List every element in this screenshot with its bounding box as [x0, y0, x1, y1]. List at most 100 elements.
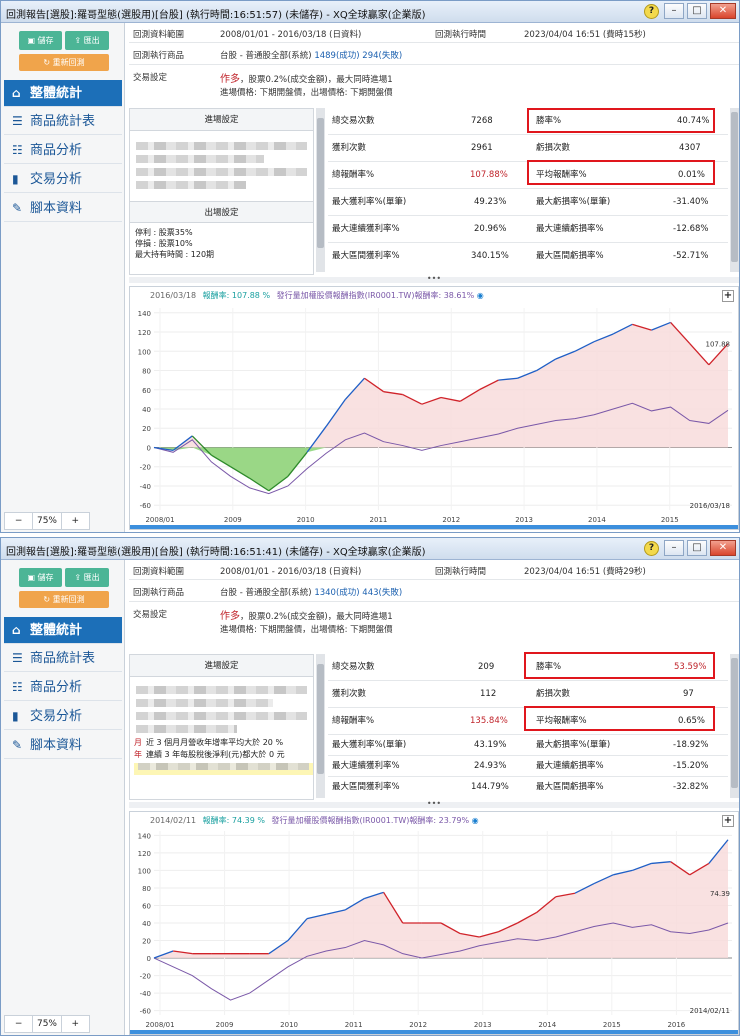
nav-product-analysis[interactable]: ☷ 商品分析 — [4, 137, 122, 164]
y-tick-label: 120 — [138, 850, 151, 858]
win-count-value: 112 — [480, 689, 497, 699]
minimize-button[interactable]: – — [664, 3, 684, 19]
y-tick-label: 60 — [142, 902, 151, 910]
legend-date: 2014/02/11 — [150, 816, 197, 825]
y-tick-label: -40 — [140, 990, 151, 998]
product-value: 台股 - 普通股全部(系統) 1489(成功) 294(失敗) — [220, 51, 403, 61]
legend-info-icon[interactable]: ◉ — [472, 816, 479, 825]
save-button[interactable]: ▣ 儲存 — [19, 568, 62, 587]
close-button[interactable]: ✕ — [710, 3, 736, 19]
max-consec-win-label: 最大連續獲利率% — [332, 224, 400, 234]
save-icon: ▣ — [27, 573, 38, 582]
total-return-label: 總報酬率% — [332, 170, 375, 180]
y-tick-label: 40 — [142, 920, 151, 928]
product-fail-count: 294(失敗) — [362, 51, 403, 61]
x-tick-label: 2015 — [603, 1021, 621, 1029]
save-button[interactable]: ▣ 儲存 — [19, 31, 62, 50]
x-tick-label: 2010 — [280, 1021, 298, 1029]
export-button[interactable]: ⇪ 匯出 — [65, 568, 109, 587]
strategy-settings-panel: 進場設定 月近 3 個月月營收年增率平均大於 20 % 年連續 3 年每股稅後淨… — [129, 654, 314, 800]
chart-scrollbar[interactable] — [130, 525, 738, 529]
stats-scrollbar[interactable] — [730, 654, 739, 798]
end-date-label: 2014/02/11 — [690, 1007, 730, 1015]
zoom-in-button[interactable]: + — [62, 1016, 89, 1032]
title-bar[interactable]: 回測報告[選股]:羅哥型態(選股用)[台股] (執行時間:16:51:57) (… — [1, 1, 739, 23]
nav-trade-analysis[interactable]: ▮ 交易分析 — [4, 703, 122, 730]
chart-legend: 2016/03/18 報酬率: 107.88 % 發行量加權股價報酬指數(IR0… — [150, 290, 484, 301]
minimize-button[interactable]: – — [664, 540, 684, 556]
range-value: 2008/01/01 - 2016/03/18 (日資料) — [220, 567, 362, 577]
x-tick-label: 2015 — [661, 516, 679, 524]
legend-bench-label: 發行量加權股價報酬指數(IR0001.TW)報酬率: — [271, 816, 437, 825]
report-window-2: 回測報告[選股]:羅哥型態(選股用)[台股] (執行時間:16:51:41) (… — [0, 537, 740, 1036]
y-tick-label: 120 — [138, 329, 151, 337]
help-icon[interactable]: ? — [644, 4, 659, 19]
zoom-control: − 75% + — [4, 512, 90, 530]
nav-product-table[interactable]: ☰ 商品統計表 — [4, 645, 122, 672]
product-success-count: 1340(成功) — [314, 588, 360, 598]
zoom-out-button[interactable]: − — [5, 513, 34, 529]
max-range-win-value: 340.15% — [471, 251, 509, 261]
y-tick-label: 20 — [142, 938, 151, 946]
list-detail-icon: ☷ — [12, 143, 23, 157]
maximize-button[interactable]: □ — [687, 540, 707, 556]
export-icon: ⇪ — [74, 36, 84, 45]
chart-scrollbar[interactable] — [130, 1030, 738, 1034]
rerun-button[interactable]: ↻ 重新回測 — [19, 54, 109, 71]
nav-script-data[interactable]: ✎ 腳本資料 — [4, 732, 122, 759]
maximize-button[interactable]: □ — [687, 3, 707, 19]
x-tick-label: 2016 — [667, 1021, 685, 1029]
max-hold: 最大持有時間 : 120期 — [135, 250, 215, 259]
panel-splitter[interactable]: ••• — [129, 800, 739, 808]
settings-scrollbar[interactable] — [316, 108, 325, 272]
max-consec-win-value: 20.96% — [474, 224, 507, 234]
product-value: 台股 - 普通股全部(系統) 1340(成功) 443(失敗) — [220, 588, 403, 598]
nav-trade-analysis[interactable]: ▮ 交易分析 — [4, 166, 122, 193]
max-range-win-label: 最大區間獲利率% — [332, 782, 400, 792]
exec-time-label: 回測執行時間 — [435, 567, 487, 577]
zoom-out-button[interactable]: − — [5, 1016, 34, 1032]
total-return-value: 107.88% — [470, 170, 508, 180]
export-button[interactable]: ⇪ 匯出 — [65, 31, 109, 50]
zoom-in-button[interactable]: + — [62, 513, 89, 529]
help-icon[interactable]: ? — [644, 541, 659, 556]
title-bar[interactable]: 回測報告[選股]:羅哥型態(選股用)[台股] (執行時間:16:51:41) (… — [1, 538, 739, 560]
chart-expand-button[interactable]: + — [722, 290, 734, 302]
window-title: 回測報告[選股]:羅哥型態(選股用)[台股] (執行時間:16:51:57) (… — [6, 10, 426, 21]
refresh-icon: ↻ — [43, 595, 53, 604]
panel-splitter[interactable]: ••• — [129, 275, 739, 283]
zoom-level: 75% — [33, 1016, 62, 1032]
nav-product-table[interactable]: ☰ 商品統計表 — [4, 108, 122, 135]
win-rate-highlight — [527, 108, 715, 133]
max-range-loss-value: -32.82% — [673, 782, 709, 792]
nav-overall-stats[interactable]: ⌂ 整體統計 — [4, 617, 122, 644]
chart-expand-button[interactable]: + — [722, 815, 734, 827]
stats-scrollbar[interactable] — [730, 108, 739, 272]
nav-script-data[interactable]: ✎ 腳本資料 — [4, 195, 122, 222]
legend-bench-value: 38.61% — [443, 291, 475, 300]
y-tick-label: -60 — [140, 1008, 151, 1016]
y-tick-label: 80 — [142, 368, 151, 376]
legend-date: 2016/03/18 — [150, 291, 197, 300]
rerun-button[interactable]: ↻ 重新回測 — [19, 591, 109, 608]
x-tick-label: 2012 — [442, 516, 460, 524]
pencil-icon: ✎ — [12, 201, 23, 215]
total-trades-value: 7268 — [471, 116, 493, 126]
settings-scrollbar[interactable] — [316, 654, 325, 798]
nav-product-analysis[interactable]: ☷ 商品分析 — [4, 674, 122, 701]
legend-info-icon[interactable]: ◉ — [477, 291, 484, 300]
chart-plot: 140 120 100 80 60 40 20 0 -20 -40 -60 2008/01 2009 20… — [138, 831, 732, 1029]
close-button[interactable]: ✕ — [710, 540, 736, 556]
total-return-value: 135.84% — [470, 716, 508, 726]
list-icon: ☰ — [12, 651, 23, 665]
yearly-tag: 年 — [134, 750, 142, 759]
legend-bench-label: 發行量加權股價報酬指數(IR0001.TW)報酬率: — [276, 291, 442, 300]
max-range-loss-label: 最大區間虧損率% — [536, 251, 604, 261]
y-tick-label: -60 — [140, 502, 151, 510]
total-return-label: 總報酬率% — [332, 716, 375, 726]
drawdown-area — [154, 447, 728, 491]
sidebar: ▣ 儲存 ⇪ 匯出 ↻ 重新回測 ⌂ 整體統計 ☰ 商品統計表 ☷ 商品分析 ▮ 交易分… — [1, 23, 125, 532]
max-range-loss-label: 最大區間虧損率% — [536, 782, 604, 792]
nav-overall-stats[interactable]: ⌂ 整體統計 — [4, 80, 122, 107]
y-tick-label: -40 — [140, 483, 151, 491]
